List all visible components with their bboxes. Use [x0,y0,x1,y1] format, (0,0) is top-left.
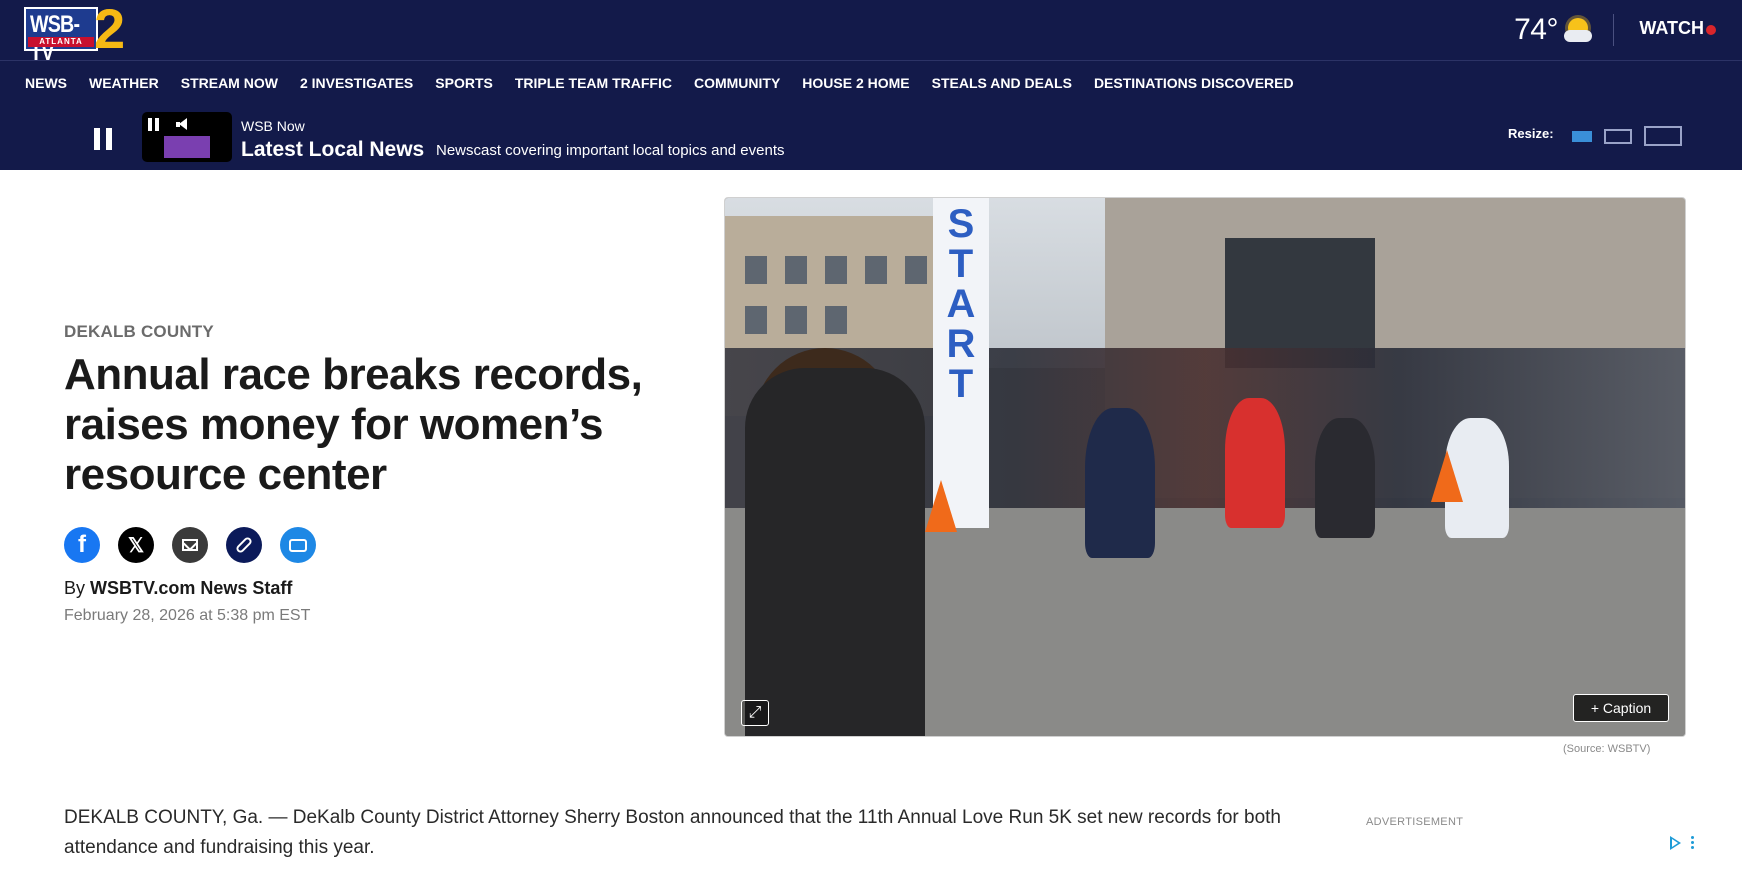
resize-small-icon[interactable] [1572,131,1592,142]
byline-prefix: By [64,578,86,598]
author-name[interactable]: WSBTV.com News Staff [90,578,292,598]
nav-item-2-investigates[interactable]: 2 INVESTIGATES [300,75,413,91]
stream-title[interactable]: Latest Local News [241,138,424,162]
email-share-icon[interactable] [172,527,208,563]
image-runner [1225,398,1285,528]
site-header: WSB-TV ATLANTA 2 74° WATCH [0,0,1742,66]
image-traffic-cone [1431,450,1463,502]
nav-item-community[interactable]: COMMUNITY [694,75,780,91]
share-bar: f 𝕏 [64,527,334,563]
stream-label: WSB Now [241,118,305,134]
publish-date: February 28, 2026 at 5:38 pm EST [64,607,311,624]
nav-item-news[interactable]: NEWS [25,75,67,91]
pause-icon[interactable] [94,128,114,150]
resize-label: Resize: [1508,126,1554,141]
comments-icon[interactable] [280,527,316,563]
x-glyph: 𝕏 [127,534,145,557]
cloud-shape [1564,30,1592,42]
nav-item-sports[interactable]: SPORTS [435,75,493,91]
live-stream-bar: WSB Now Latest Local News Newscast cover… [0,104,1742,170]
copy-link-icon[interactable] [226,527,262,563]
nav-item-stream-now[interactable]: STREAM NOW [181,75,278,91]
temperature: 74° [1514,13,1558,46]
thumbnail-pause-icon[interactable] [148,118,160,131]
image-traffic-cone [925,480,957,532]
article-section-label[interactable]: DEKALB COUNTY [64,322,214,342]
nav-item-weather[interactable]: WEATHER [89,75,159,91]
article-paragraph: DEKALB COUNTY, Ga. — DeKalb County Distr… [64,807,1282,858]
nav-item-triple-team-traffic[interactable]: TRIPLE TEAM TRAFFIC [515,75,672,91]
watch-button[interactable]: WATCH [1639,18,1704,39]
mute-icon[interactable] [176,118,188,131]
expand-icon[interactable]: ⤢ [741,700,769,726]
partly-sunny-icon [1562,14,1594,46]
stream-thumbnail[interactable] [142,112,232,162]
live-indicator-icon [1706,25,1716,35]
image-spectator [745,368,925,736]
image-source: (Source: WSBTV) [1563,743,1651,755]
caption-button[interactable]: + Caption [1573,694,1669,722]
banner-text: START [946,202,976,406]
stream-description: Newscast covering important local topics… [436,142,785,159]
logo-number: 2 [94,0,126,60]
image-runner [1085,408,1155,558]
ad-choices-icon[interactable] [1670,836,1681,850]
hero-image: START ⤢ + Caption [724,197,1686,737]
facebook-share-icon[interactable]: f [64,527,100,563]
resize-large-icon[interactable] [1644,126,1682,146]
nav-item-steals-and-deals[interactable]: STEALS AND DEALS [932,75,1072,91]
resize-medium-icon[interactable] [1604,129,1632,144]
weather-widget[interactable]: 74° [1514,10,1594,50]
facebook-glyph: f [78,531,86,558]
article-headline: Annual race breaks records, raises money… [64,350,643,499]
logo-city: ATLANTA [28,37,94,47]
nav-item-house-2-home[interactable]: HOUSE 2 HOME [802,75,909,91]
byline: By WSBTV.com News Staff [64,578,292,599]
thumbnail-image [164,136,210,158]
logo-box: WSB-TV ATLANTA [24,7,98,66]
site-logo[interactable]: WSB-TV ATLANTA 2 [24,1,140,66]
x-share-icon[interactable]: 𝕏 [118,527,154,563]
header-divider [1613,14,1614,46]
image-start-banner: START [933,198,989,528]
nav-item-destinations-discovered[interactable]: DESTINATIONS DISCOVERED [1094,75,1294,91]
ad-more-icon[interactable] [1691,836,1694,850]
advertisement-label: ADVERTISEMENT [1366,816,1464,828]
image-runner [1315,418,1375,538]
main-nav: NEWS WEATHER STREAM NOW 2 INVESTIGATES S… [0,60,1742,104]
